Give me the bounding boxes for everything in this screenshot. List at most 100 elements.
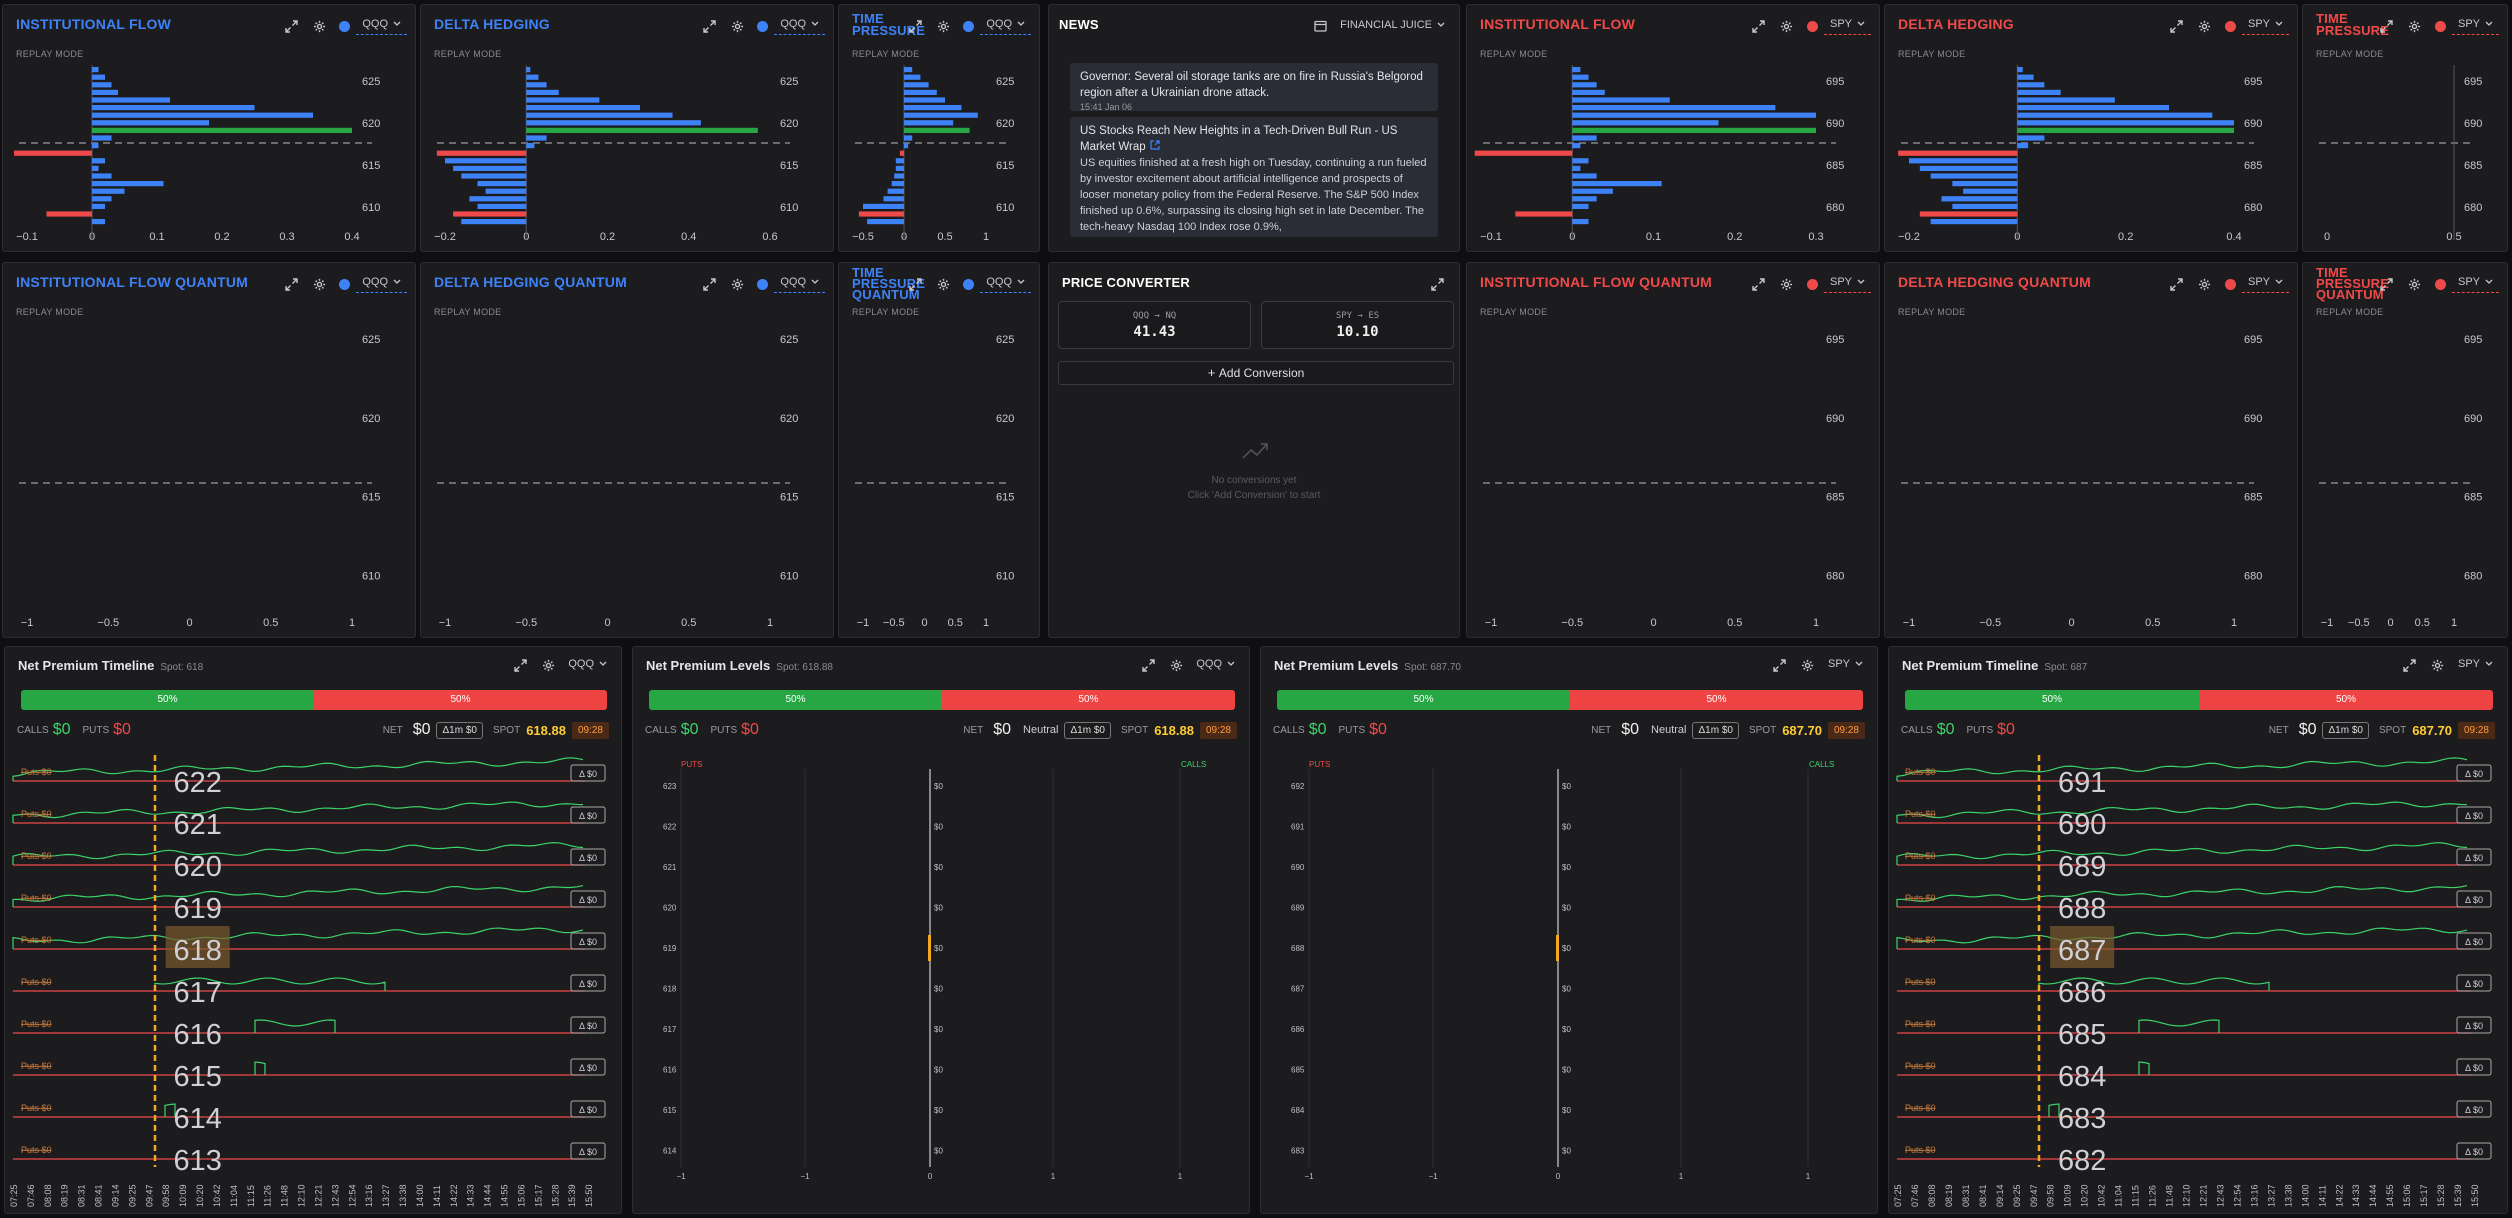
news-text: Governor: Several oil storage tanks are … xyxy=(1080,71,1423,99)
time-axis-label: 07:46 xyxy=(26,1184,36,1207)
flow-bar xyxy=(2017,135,2045,141)
news-item[interactable]: US Stocks Reach New Heights in a Tech-Dr… xyxy=(1070,117,1438,237)
news-item[interactable]: Governor: Several oil storage tanks are … xyxy=(1070,63,1438,112)
flow-bar xyxy=(92,74,105,80)
flow-bar xyxy=(904,105,962,111)
flow-bar xyxy=(92,112,313,118)
x-tick-label: 1 xyxy=(1178,1172,1183,1181)
price-converter-panel: PRICE CONVERTER QQQ → NQ 41.43 SPY → ES 10.1… xyxy=(1048,262,1460,638)
flow-bar xyxy=(1572,188,1613,194)
strike-level-label: 620 xyxy=(663,904,677,913)
time-axis-label: 07:46 xyxy=(1910,1184,1920,1207)
time-axis-label: 14:55 xyxy=(2385,1184,2395,1207)
flow-panel-delta-hedging-quantum-qqq: DELTA HEDGING QUANTUM QQQ REPLAY MODE 625 62… xyxy=(420,262,834,638)
row-puts-label: Puts $0 xyxy=(21,1019,52,1029)
timeline-row: Puts $0 Δ $0 618 xyxy=(12,926,606,968)
bar-chart: 625620615610−0.100.10.20.30.4 xyxy=(14,65,380,243)
x-tick-label: 0.5 xyxy=(937,231,952,243)
x-tick-label: −1 xyxy=(1304,1172,1314,1181)
calls-line xyxy=(2138,1061,2150,1075)
price-level-label: 625 xyxy=(780,76,798,88)
time-axis-label: 10:42 xyxy=(212,1184,222,1207)
calls-line xyxy=(12,801,584,823)
row-delta-label: Δ $0 xyxy=(2465,1021,2483,1031)
strike-level-label: 690 xyxy=(1291,863,1305,872)
level-value-label: $0 xyxy=(934,904,943,913)
price-level-label: 615 xyxy=(362,492,380,504)
price-level-label: 680 xyxy=(2464,570,2482,582)
add-conversion-button[interactable]: + Add Conversion xyxy=(1058,361,1454,385)
news-source-select[interactable]: FINANCIAL JUICE xyxy=(1334,17,1451,35)
strike-level-label: 687 xyxy=(2058,935,2106,967)
price-level-label: 680 xyxy=(2244,202,2262,214)
timeline-row: Puts $0 Δ $0 687 xyxy=(1896,926,2492,968)
time-axis-label: 10:20 xyxy=(195,1184,205,1207)
strike-level-label: 683 xyxy=(2058,1103,2106,1135)
flow-bar xyxy=(887,188,904,194)
news-headline[interactable]: US Stocks Reach New Heights in a Tech-Dr… xyxy=(1080,123,1428,155)
timeline-row: Puts $0 Δ $0 614 xyxy=(13,1100,606,1135)
flow-bar xyxy=(1572,97,1670,103)
price-level-label: 690 xyxy=(1826,118,1844,130)
x-tick-label: 0 xyxy=(2324,231,2330,243)
strike-level-label: 621 xyxy=(663,863,677,872)
price-level-label: 690 xyxy=(2464,413,2482,425)
flow-bar xyxy=(92,89,118,95)
flow-bar xyxy=(477,203,527,209)
flow-bar xyxy=(92,181,164,187)
price-level-label: 695 xyxy=(1826,76,1844,88)
flow-bar xyxy=(92,196,112,202)
time-axis-label: 10:42 xyxy=(2097,1184,2107,1207)
strike-level-label: 619 xyxy=(173,893,221,925)
flow-panel-time-pressure-spy: TIME PRESSURE SPY REPLAY MODE 695 690 685 680 0… xyxy=(2302,4,2508,252)
conversion-card[interactable]: SPY → ES 10.10 xyxy=(1261,301,1454,349)
strike-level-label: 691 xyxy=(2058,767,2106,799)
calls-line xyxy=(2138,1019,2220,1033)
level-value-label: $0 xyxy=(934,1025,943,1034)
level-value-label: $0 xyxy=(1562,823,1571,832)
conversion-value: 41.43 xyxy=(1133,324,1176,340)
row-delta-label: Δ $0 xyxy=(579,769,597,779)
chevron-down-icon xyxy=(1437,19,1445,31)
flow-bar xyxy=(863,203,904,209)
flow-bar xyxy=(2017,97,2115,103)
x-tick-label: 1 xyxy=(767,617,773,629)
expand-icon[interactable] xyxy=(1423,275,1451,293)
time-axis-label: 12:10 xyxy=(2182,1184,2192,1207)
flow-bar xyxy=(1572,120,1719,126)
flow-bar xyxy=(2017,82,2045,88)
strike-level-label: 613 xyxy=(173,1145,221,1177)
flow-bar xyxy=(1963,188,2018,194)
news-headline-text: US Stocks Reach New Heights in a Tech-Dr… xyxy=(1080,125,1398,153)
flow-bar xyxy=(2017,67,2023,73)
time-axis-label: 12:54 xyxy=(2232,1184,2242,1207)
x-tick-label: 1 xyxy=(983,617,989,629)
timeline-row: Puts $0 Δ $0 617 xyxy=(13,974,606,1009)
flow-bar xyxy=(904,143,909,149)
strike-level-label: 688 xyxy=(1291,944,1305,953)
time-axis-label: 14:00 xyxy=(2300,1184,2310,1207)
flow-bar xyxy=(526,89,559,95)
level-value-label: $0 xyxy=(1562,985,1571,994)
conversion-card[interactable]: QQQ → NQ 41.43 xyxy=(1058,301,1251,349)
flow-bar xyxy=(92,82,112,88)
calls-line xyxy=(1896,927,2468,949)
price-level-label: 610 xyxy=(780,202,798,214)
timeline-row: Puts $0 Δ $0 684 xyxy=(1897,1058,2492,1093)
x-tick-label: −0.5 xyxy=(852,231,874,243)
timeline-row: Puts $0 Δ $0 683 xyxy=(1897,1100,2492,1135)
calendar-icon[interactable] xyxy=(1306,17,1334,35)
external-link-icon[interactable] xyxy=(1150,140,1160,153)
row-delta-label: Δ $0 xyxy=(579,979,597,989)
strike-level-label: 622 xyxy=(663,823,677,832)
row-delta-label: Δ $0 xyxy=(579,1063,597,1073)
conversion-value: 10.10 xyxy=(1336,324,1379,340)
x-tick-label: −1 xyxy=(1428,1172,1438,1181)
news-body: US equities finished at a fresh high on … xyxy=(1080,157,1427,233)
timeline-row: Puts $0 Δ $0 689 xyxy=(1896,842,2492,883)
flow-bar xyxy=(1909,158,2018,164)
flow-bar xyxy=(904,67,913,73)
timeline-row: Puts $0 Δ $0 619 xyxy=(12,884,606,925)
price-level-label: 690 xyxy=(1826,413,1844,425)
time-axis-label: 14:00 xyxy=(415,1184,425,1207)
